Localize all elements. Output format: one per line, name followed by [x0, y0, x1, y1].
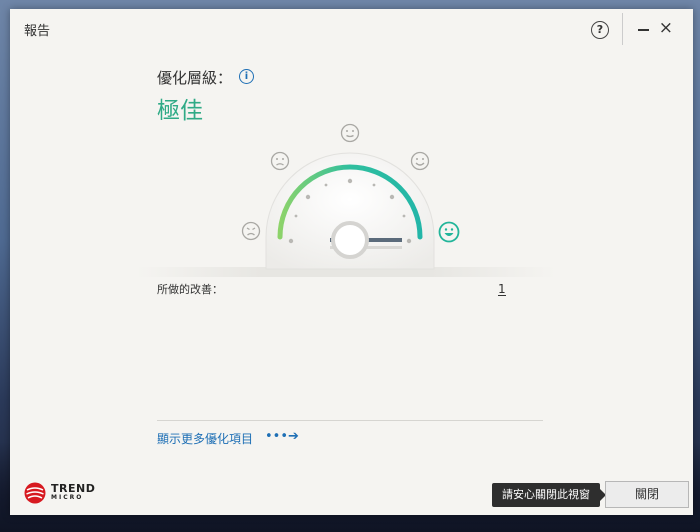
optimization-level-label: 優化層級： [157, 69, 233, 87]
content-face-icon [410, 151, 430, 171]
minimize-button[interactable] [638, 29, 649, 31]
titlebar-divider [622, 13, 623, 45]
report-window: 報告 ? × 優化層級： i 極佳 所做的改善： 1 顯示更多優化項目 •••➔… [10, 9, 693, 515]
improvements-count[interactable]: 1 [498, 283, 506, 296]
optimization-gauge [230, 119, 470, 279]
show-more-link[interactable]: 顯示更多優化項目 [157, 430, 253, 447]
info-icon[interactable]: i [239, 69, 254, 84]
very-unhappy-face-icon [241, 221, 261, 241]
help-button[interactable]: ? [591, 21, 609, 39]
divider [157, 420, 543, 421]
arrow-right-icon[interactable]: •••➔ [265, 429, 299, 444]
close-icon[interactable]: × [659, 19, 673, 37]
happy-face-icon [438, 221, 460, 243]
logo-line1: TREND [51, 482, 96, 495]
improvements-label: 所做的改善： [157, 283, 223, 296]
close-tooltip: 請安心關閉此視窗 [492, 483, 606, 507]
unhappy-face-icon [270, 151, 290, 171]
optimization-level-value: 極佳 [157, 98, 203, 124]
neutral-face-icon [340, 123, 360, 143]
close-button[interactable]: 關閉 [605, 481, 689, 508]
trend-micro-ball-icon [24, 482, 46, 504]
window-title: 報告 [24, 24, 51, 39]
trend-micro-logo: TREND MICRO [24, 482, 95, 504]
